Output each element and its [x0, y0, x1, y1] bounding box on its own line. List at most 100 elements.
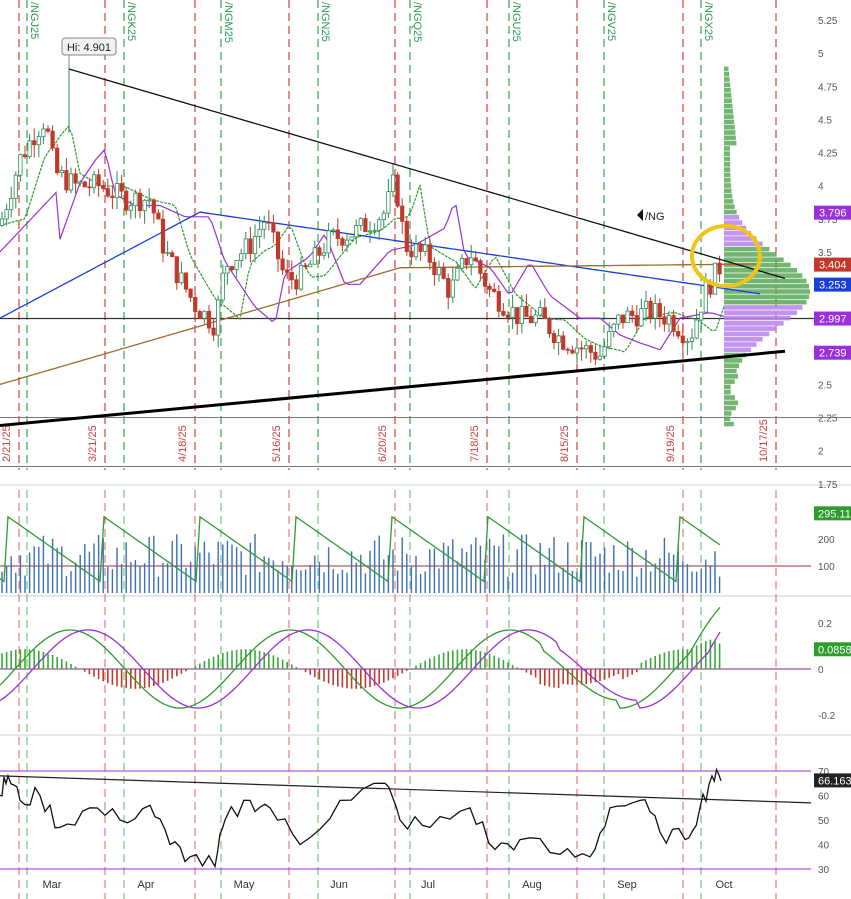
profile-bar — [724, 299, 807, 305]
candle-body — [4, 209, 9, 220]
labels: /NGJ25/NGK25/NGM25/NGN25/NGQ25/NGU25/NGV… — [1, 2, 770, 462]
contract-label: /NGX25 — [702, 2, 714, 41]
month-label: May — [234, 879, 255, 891]
candle-body — [643, 300, 649, 310]
profile-bar — [724, 342, 757, 347]
candle-body — [561, 335, 566, 350]
price-tag-label: 2.997 — [819, 314, 847, 326]
profile-bar — [724, 379, 735, 384]
candle-body — [55, 147, 60, 174]
candle-body — [151, 199, 156, 214]
candle-body — [252, 236, 258, 254]
symbol-label: /NG — [645, 211, 665, 223]
volume-tick-label: 200 — [818, 535, 835, 546]
profile-bar — [724, 146, 731, 151]
candle-body — [110, 195, 115, 199]
candle-body — [616, 314, 621, 325]
month-label: Apr — [137, 879, 154, 891]
candle-body — [202, 310, 207, 319]
candle-body — [400, 205, 405, 222]
candle-body — [625, 310, 630, 324]
candle-body — [22, 154, 28, 158]
candle-body — [671, 315, 676, 332]
profile-bar — [724, 278, 807, 284]
profile-bar — [724, 368, 737, 374]
candle-body — [266, 221, 271, 224]
candle-body — [36, 136, 41, 146]
candle-body — [13, 174, 18, 199]
hi-label: Hi: 4.901 — [61, 37, 117, 68]
candle-body — [455, 267, 460, 281]
candle-body — [717, 262, 722, 275]
macd-tick-label: 0 — [818, 665, 824, 676]
candlesticks[interactable] — [0, 66, 722, 365]
profile-bar — [724, 389, 731, 395]
expiry-date-label: 5/16/25 — [271, 425, 283, 462]
candle-body — [363, 218, 368, 233]
profile-bar — [724, 183, 731, 188]
candle-body — [712, 262, 718, 295]
profile-bar — [724, 87, 731, 93]
candle-body — [676, 331, 681, 337]
candle-body — [9, 197, 14, 211]
trendlines[interactable] — [0, 68, 786, 427]
candle-body — [487, 285, 492, 290]
candle-body — [593, 352, 598, 360]
candle-body — [321, 252, 327, 256]
month-label: Aug — [522, 879, 542, 891]
expiry-date-label: 2/21/25 — [1, 425, 13, 462]
profile-bar — [724, 119, 735, 125]
price-tick-label: 4 — [818, 182, 824, 193]
profile-bar — [724, 199, 734, 204]
candle-body — [703, 281, 708, 313]
macd-line — [0, 606, 721, 709]
candle-body — [262, 221, 267, 230]
profile-bar — [724, 130, 736, 135]
chart-svg[interactable]: 200100295.11 0.20-0.20.0858 706050403066… — [0, 0, 851, 899]
candle-body — [547, 318, 552, 334]
left-arrow-icon — [637, 209, 643, 221]
candle-body — [602, 346, 607, 357]
candle-body — [197, 311, 202, 319]
contract-label: /NGN25 — [319, 2, 331, 42]
moving-averages — [0, 125, 761, 386]
candle-body — [597, 355, 603, 360]
candle-body — [257, 228, 262, 237]
candle-body — [662, 316, 667, 325]
candle-body — [133, 192, 138, 207]
candle-body — [588, 345, 593, 353]
candle-body — [372, 229, 377, 232]
profile-bar — [724, 416, 731, 422]
profile-bar — [724, 384, 731, 390]
candle-body — [326, 230, 331, 254]
candle-body — [441, 267, 446, 279]
rsi-panel: 706050403066.163 — [0, 767, 851, 876]
candle-body — [620, 314, 626, 324]
expiry-date-label: 10/17/25 — [758, 419, 770, 462]
price-tag-label: 3.253 — [819, 280, 847, 292]
expiry-date-label: 9/19/25 — [665, 425, 677, 462]
candle-body — [459, 258, 465, 269]
candle-body — [689, 337, 695, 342]
price-tags: 3.796 3.404 3.253 2.997 2.739 — [814, 205, 851, 360]
month-label: Jul — [421, 879, 435, 891]
candle-body — [395, 174, 400, 207]
profile-bar — [724, 315, 791, 321]
candle-body — [694, 319, 699, 339]
profile-bar — [724, 310, 798, 316]
profile-bar — [724, 400, 738, 406]
candle-body — [607, 331, 612, 348]
candle-body — [216, 299, 221, 336]
candle-body — [528, 316, 534, 324]
price-tick-label: 2 — [818, 447, 824, 458]
symbol-marker[interactable]: /NG — [637, 209, 665, 223]
candle-body — [124, 190, 129, 211]
profile-bar — [724, 71, 730, 77]
candle-body — [653, 303, 658, 319]
candle-body — [183, 272, 189, 290]
expiry-date-label: 8/15/25 — [559, 425, 571, 462]
ma-purple — [0, 149, 725, 351]
candle-body — [91, 174, 97, 189]
macd-tick-label: -0.2 — [818, 711, 836, 722]
profile-bar — [724, 405, 736, 411]
